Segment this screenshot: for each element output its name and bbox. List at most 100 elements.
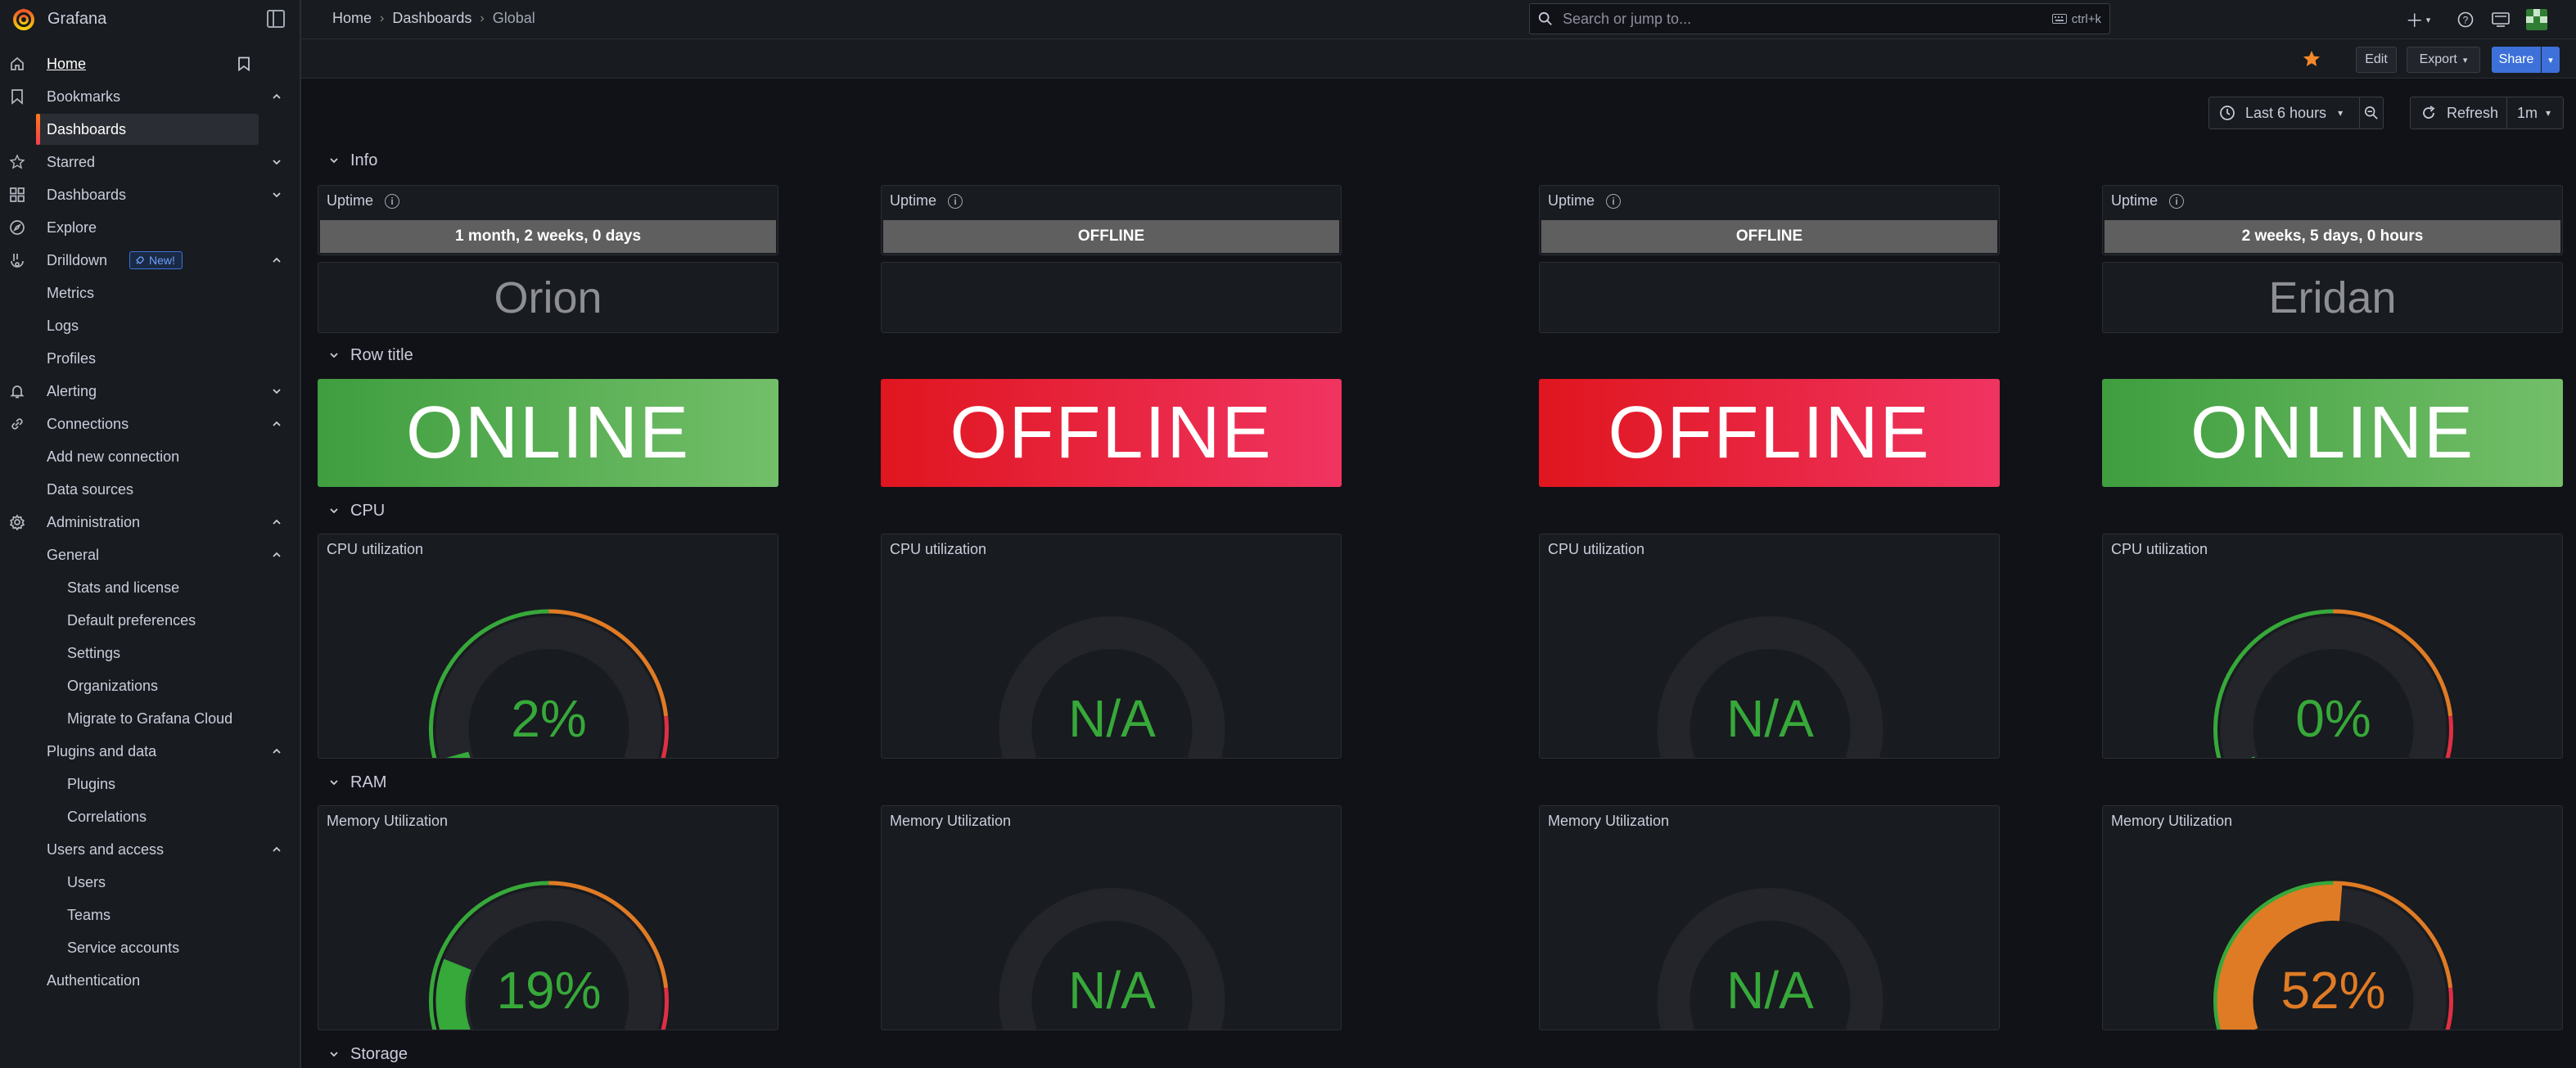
breadcrumb-home[interactable]: Home: [332, 10, 372, 27]
star-icon[interactable]: [2301, 48, 2322, 70]
breadcrumb-dashboards[interactable]: Dashboards: [392, 10, 471, 27]
sidebar-item-migrate[interactable]: Migrate to Grafana Cloud: [0, 702, 300, 735]
sidebar-item-stats[interactable]: Stats and license: [0, 571, 300, 604]
sidebar-item-users[interactable]: Users: [0, 866, 300, 899]
sidebar-item-dashboards[interactable]: Dashboards: [0, 178, 300, 211]
chevron-up-icon[interactable]: [268, 252, 285, 268]
share-menu-button[interactable]: ▾: [2542, 47, 2560, 73]
time-range-label: Last 6 hours: [2245, 104, 2327, 121]
help-icon[interactable]: ?: [2456, 10, 2475, 29]
sidebar-item-auth[interactable]: Authentication: [0, 964, 300, 997]
sidebar-item-profiles[interactable]: Profiles: [0, 342, 300, 375]
chevron-up-icon[interactable]: [268, 514, 285, 530]
sidebar-item-orgs[interactable]: Organizations: [0, 669, 300, 702]
sidebar-item-drilldown[interactable]: Drilldown New!: [0, 244, 300, 277]
sidebar-item-explore[interactable]: Explore: [0, 211, 300, 244]
sidebar-item-bm-dashboards[interactable]: Dashboards: [0, 113, 300, 146]
sidebar-item-connections[interactable]: Connections: [0, 408, 300, 440]
sidebar-item-plugins-data[interactable]: Plugins and data: [0, 735, 300, 768]
sidebar-item-bookmarks[interactable]: Bookmarks: [0, 80, 300, 113]
sidebar-item-plugins[interactable]: Plugins: [0, 768, 300, 800]
status-panel[interactable]: OFFLINE: [1539, 379, 2000, 487]
sidebar-item-svcacc[interactable]: Service accounts: [0, 931, 300, 964]
avatar[interactable]: [2526, 9, 2547, 30]
gauge-value: N/A: [1726, 961, 1814, 1020]
uptime-panel[interactable]: Uptime i 1 month, 2 weeks, 0 days: [318, 185, 778, 255]
sidebar-item-label: Connections: [47, 415, 129, 432]
dock-menu-icon[interactable]: [267, 10, 285, 28]
status-panel[interactable]: ONLINE: [318, 379, 778, 487]
refresh-interval-picker[interactable]: 1m ▾: [2506, 97, 2564, 129]
edit-button[interactable]: Edit: [2356, 47, 2397, 73]
bookmark-page-icon[interactable]: [236, 56, 252, 72]
cpu-panel[interactable]: CPU utilization N/A: [881, 534, 1342, 759]
chevron-down-icon: ▾: [2548, 55, 2553, 65]
sidebar-item-starred[interactable]: Starred: [0, 146, 300, 178]
server-name-panel[interactable]: Orion: [318, 262, 778, 333]
export-button[interactable]: Export ▾: [2407, 47, 2480, 73]
status-panel[interactable]: ONLINE: [2102, 379, 2563, 487]
grafana-logo-icon[interactable]: [10, 5, 38, 33]
chevron-down-icon[interactable]: [268, 187, 285, 203]
add-icon[interactable]: ＋ ▾: [2402, 10, 2434, 31]
chevron-down-icon[interactable]: [268, 383, 285, 399]
row-cpu[interactable]: CPU: [327, 498, 385, 523]
news-icon[interactable]: [2491, 10, 2511, 29]
info-icon[interactable]: i: [2169, 193, 2185, 209]
server-name: Orion: [494, 273, 602, 322]
chevron-down-icon: [327, 349, 341, 362]
sidebar-item-alerting[interactable]: Alerting: [0, 375, 300, 408]
sidebar-item-settings[interactable]: Settings: [0, 637, 300, 669]
sidebar-item-home[interactable]: Home: [0, 47, 300, 80]
search-input[interactable]: Search or jump to... ctrl+k: [1529, 3, 2110, 34]
info-icon[interactable]: i: [1606, 193, 1622, 209]
status-text: ONLINE: [405, 391, 691, 474]
zoom-out-button[interactable]: [2359, 97, 2384, 129]
sidebar-item-label: Users: [67, 873, 106, 890]
chevron-up-icon[interactable]: [268, 743, 285, 759]
sidebar: Grafana Home Bookmarks Dashboards Starred Da…: [0, 0, 301, 1068]
server-name-panel[interactable]: Eridan: [2102, 262, 2563, 333]
sidebar-item-correlations[interactable]: Correlations: [0, 800, 300, 833]
memory-panel[interactable]: Memory Utilization N/A: [881, 805, 1342, 1030]
sidebar-item-general[interactable]: General: [0, 539, 300, 571]
chevron-up-icon[interactable]: [268, 841, 285, 858]
sidebar-item-logs[interactable]: Logs: [0, 309, 300, 342]
sidebar-item-administration[interactable]: Administration: [0, 506, 300, 539]
cpu-panel[interactable]: CPU utilization 2%: [318, 534, 778, 759]
row-ram[interactable]: RAM: [327, 770, 386, 795]
memory-panel[interactable]: Memory Utilization 52%: [2102, 805, 2563, 1030]
uptime-panel[interactable]: Uptime i OFFLINE: [1539, 185, 2000, 255]
info-icon[interactable]: i: [385, 193, 400, 209]
uptime-panel[interactable]: Uptime i OFFLINE: [881, 185, 1342, 255]
row-info[interactable]: Info: [327, 148, 377, 173]
cpu-panel[interactable]: CPU utilization 0%: [2102, 534, 2563, 759]
chevron-up-icon[interactable]: [268, 88, 285, 105]
share-button[interactable]: Share: [2492, 47, 2541, 73]
sidebar-item-users-access[interactable]: Users and access: [0, 833, 300, 866]
memory-panel[interactable]: Memory Utilization 19%: [318, 805, 778, 1030]
cpu-panel[interactable]: CPU utilization N/A: [1539, 534, 2000, 759]
sidebar-item-defprefs[interactable]: Default preferences: [0, 604, 300, 637]
sidebar-item-datasources[interactable]: Data sources: [0, 473, 300, 506]
status-panel[interactable]: OFFLINE: [881, 379, 1342, 487]
sidebar-item-teams[interactable]: Teams: [0, 899, 300, 931]
info-icon[interactable]: i: [948, 193, 963, 209]
refresh-button[interactable]: Refresh: [2410, 97, 2508, 129]
memory-panel[interactable]: Memory Utilization N/A: [1539, 805, 2000, 1030]
chevron-up-icon[interactable]: [268, 416, 285, 432]
server-name-panel[interactable]: [881, 262, 1342, 333]
uptime-value: OFFLINE: [883, 220, 1339, 253]
server-name-panel[interactable]: [1539, 262, 2000, 333]
cpu-gauge: 0%: [2103, 574, 2562, 758]
uptime-panel[interactable]: Uptime i 2 weeks, 5 days, 0 hours: [2102, 185, 2563, 255]
row-storage[interactable]: Storage: [327, 1042, 408, 1066]
chevron-down-icon[interactable]: [268, 154, 285, 170]
chevron-up-icon[interactable]: [268, 547, 285, 563]
chevron-down-icon: [327, 1048, 341, 1061]
row-row_title[interactable]: Row title: [327, 343, 413, 367]
sidebar-item-metrics[interactable]: Metrics: [0, 277, 300, 309]
time-range-picker[interactable]: Last 6 hours ▾: [2208, 97, 2361, 129]
row-title: CPU: [350, 501, 386, 520]
sidebar-item-add-conn[interactable]: Add new connection: [0, 440, 300, 473]
